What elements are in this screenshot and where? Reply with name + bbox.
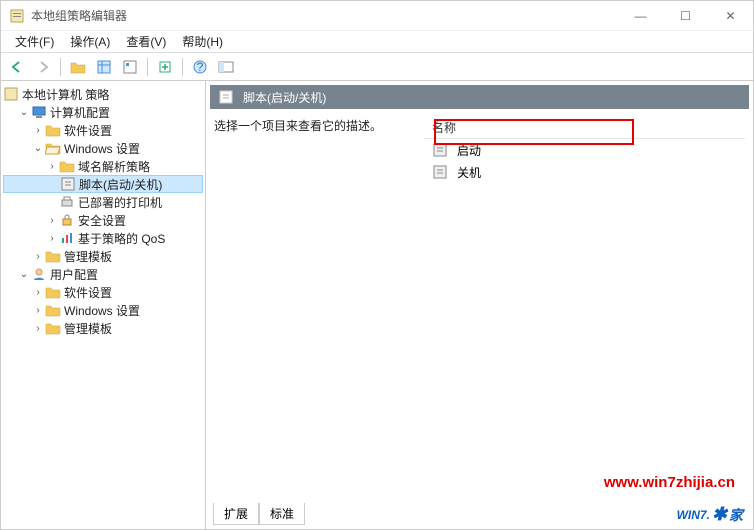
- expand-icon[interactable]: ›: [31, 303, 45, 317]
- main-header-title: 脚本(启动/关机): [243, 89, 326, 106]
- star-icon: ✱: [712, 504, 727, 525]
- folder-icon: [45, 248, 61, 264]
- watermark-text: www.win7zhijia.cn: [604, 474, 735, 491]
- view-tabs: 扩展 标准: [213, 503, 305, 525]
- maximize-button[interactable]: ☐: [663, 1, 708, 31]
- app-icon: [9, 8, 25, 24]
- tree-user-admin[interactable]: › 管理模板: [3, 319, 203, 337]
- toolbar-separator: [182, 58, 183, 76]
- folder-icon: [45, 302, 61, 318]
- tree-user-software[interactable]: › 软件设置: [3, 283, 203, 301]
- tab-standard[interactable]: 标准: [259, 503, 305, 525]
- tree-printers[interactable]: 已部署的打印机: [3, 193, 203, 211]
- script-icon: [60, 176, 76, 192]
- preview-button[interactable]: [214, 55, 238, 79]
- svg-text:?: ?: [197, 60, 204, 74]
- main-header: 脚本(启动/关机): [210, 85, 749, 109]
- tab-extended[interactable]: 扩展: [213, 503, 259, 525]
- monitor-icon: [31, 104, 47, 120]
- tree-root[interactable]: 本地计算机 策略: [3, 85, 203, 103]
- tree-windows-settings[interactable]: ⌄ Windows 设置: [3, 139, 203, 157]
- tree-name-resolution[interactable]: › 域名解析策略: [3, 157, 203, 175]
- back-button[interactable]: [5, 55, 29, 79]
- watermark-logo: WIN7. ✱ 家: [677, 504, 743, 525]
- tree-security[interactable]: › 安全设置: [3, 211, 203, 229]
- folder-open-icon: [45, 140, 61, 156]
- expand-icon[interactable]: ›: [45, 231, 59, 245]
- script-icon: [432, 142, 448, 158]
- list-item-shutdown[interactable]: 关机: [424, 161, 745, 183]
- tree-admin-templates[interactable]: › 管理模板: [3, 247, 203, 265]
- expand-icon[interactable]: ›: [31, 249, 45, 263]
- chart-icon: [59, 230, 75, 246]
- tree-software-settings[interactable]: › 软件设置: [3, 121, 203, 139]
- lock-icon: [59, 212, 75, 228]
- forward-button[interactable]: [31, 55, 55, 79]
- tree-user-config[interactable]: ⌄ 用户配置: [3, 265, 203, 283]
- toolbar-separator: [60, 58, 61, 76]
- expand-icon[interactable]: ›: [45, 213, 59, 227]
- window-title: 本地组策略编辑器: [31, 7, 618, 24]
- policy-icon: [3, 86, 19, 102]
- expand-icon[interactable]: ›: [31, 321, 45, 335]
- folder-icon: [45, 284, 61, 300]
- list-pane: 名称 启动 关机: [424, 117, 745, 521]
- titlebar: 本地组策略编辑器 — ☐ ✕: [1, 1, 753, 31]
- menu-file[interactable]: 文件(F): [7, 31, 62, 52]
- list-button[interactable]: [92, 55, 116, 79]
- printer-icon: [59, 194, 75, 210]
- folder-icon: [59, 158, 75, 174]
- details-button[interactable]: [118, 55, 142, 79]
- tree-user-windows[interactable]: › Windows 设置: [3, 301, 203, 319]
- toolbar-separator: [147, 58, 148, 76]
- collapse-icon[interactable]: ⌄: [17, 267, 31, 281]
- minimize-button[interactable]: —: [618, 1, 663, 31]
- list-item-startup[interactable]: 启动: [424, 139, 745, 161]
- script-icon: [432, 164, 448, 180]
- tree-computer-config[interactable]: ⌄ 计算机配置: [3, 103, 203, 121]
- folder-icon: [45, 320, 61, 336]
- description-pane: 选择一个项目来查看它的描述。: [214, 117, 424, 521]
- export-button[interactable]: [153, 55, 177, 79]
- collapse-icon[interactable]: ⌄: [17, 105, 31, 119]
- tree-policy-qos[interactable]: › 基于策略的 QoS: [3, 229, 203, 247]
- script-icon: [218, 89, 234, 105]
- collapse-icon[interactable]: ⌄: [31, 141, 45, 155]
- menu-view[interactable]: 查看(V): [118, 31, 174, 52]
- expand-icon[interactable]: ›: [31, 123, 45, 137]
- expand-icon[interactable]: ›: [31, 285, 45, 299]
- close-button[interactable]: ✕: [708, 1, 753, 31]
- column-header-name[interactable]: 名称: [424, 117, 745, 139]
- tree-scripts[interactable]: 脚本(启动/关机): [3, 175, 203, 193]
- menu-action[interactable]: 操作(A): [62, 31, 118, 52]
- menu-help[interactable]: 帮助(H): [174, 31, 231, 52]
- expand-icon[interactable]: ›: [45, 159, 59, 173]
- folder-button[interactable]: [66, 55, 90, 79]
- description-text: 选择一个项目来查看它的描述。: [214, 119, 382, 133]
- user-icon: [31, 266, 47, 282]
- navigation-tree[interactable]: 本地计算机 策略 ⌄ 计算机配置 › 软件设置 ⌄ Windows 设置 › 域…: [1, 81, 206, 529]
- menubar: 文件(F) 操作(A) 查看(V) 帮助(H): [1, 31, 753, 53]
- help-button[interactable]: ?: [188, 55, 212, 79]
- main-pane: 脚本(启动/关机) 选择一个项目来查看它的描述。 名称 启动 关机: [206, 81, 753, 529]
- folder-icon: [45, 122, 61, 138]
- toolbar: ?: [1, 53, 753, 81]
